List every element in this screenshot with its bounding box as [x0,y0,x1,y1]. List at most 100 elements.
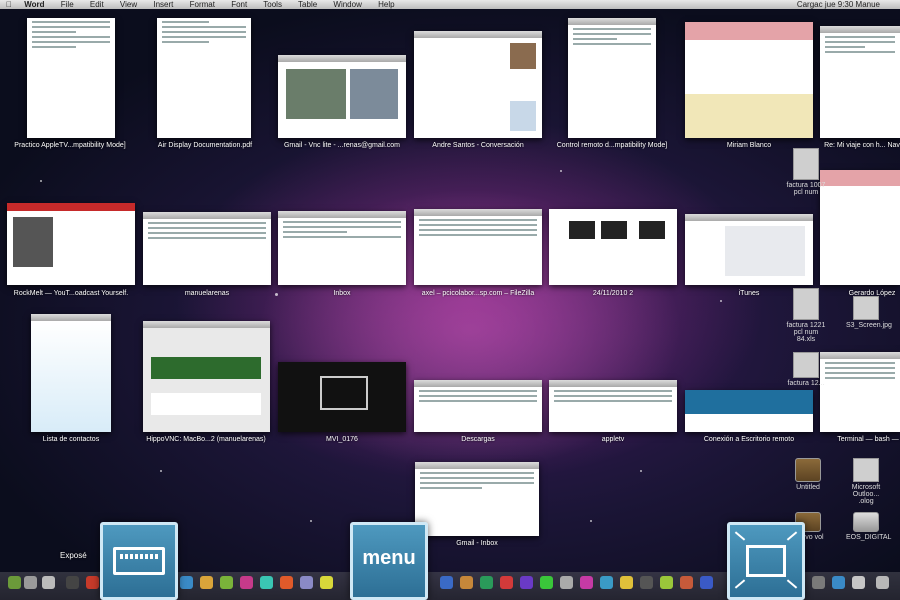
window-thumbnail[interactable] [685,22,813,138]
window-thumbnail[interactable] [27,18,115,138]
window-label: appletv [601,436,625,443]
desktop-file-icon[interactable]: Microsoft Outloo... .olog [846,458,886,505]
menu-table[interactable]: Table [298,0,317,9]
menu-view[interactable]: View [120,0,137,9]
dock-app-icon[interactable] [280,576,293,589]
dock-app-icon[interactable] [24,576,37,589]
window-thumbnail[interactable] [31,314,111,432]
window-label: Re: Mi viaje con h... Nav [824,142,900,149]
window-label: Terminal — bash — [837,436,899,443]
menu-bar:  Word File Edit View Insert Format Font… [0,0,900,9]
window-thumbnail[interactable] [820,26,900,138]
window-label: Control remoto d...mpatibility Mode] [556,142,668,149]
window-label: RockMelt — YouT...oadcast Yourself. [13,290,129,297]
disk-icon[interactable]: Untitled [788,458,828,491]
menu-app-name[interactable]: Word [24,0,44,9]
menu-help[interactable]: Help [378,0,394,9]
dock-app-icon[interactable] [660,576,673,589]
dock-app-icon[interactable] [480,576,493,589]
dock-app-icon[interactable] [220,576,233,589]
disk-label: Untitled [796,484,820,491]
window-thumbnail[interactable] [143,212,271,285]
dock-app-icon[interactable] [260,576,273,589]
dock-app-icon[interactable] [540,576,553,589]
menu-insert[interactable]: Insert [153,0,173,9]
window-label: Conexión a Escritorio remoto [703,436,795,443]
window-thumbnail[interactable] [278,362,406,432]
apple-icon[interactable]:  [6,0,12,9]
dock-app-icon[interactable] [852,576,865,589]
window-thumbnail[interactable] [143,321,270,432]
dock-app-icon[interactable] [580,576,593,589]
desktop-file-icon[interactable]: factura 12... [786,352,826,387]
dock-app-icon[interactable] [640,576,653,589]
window-label: Descargas [461,436,495,443]
menu-edit[interactable]: Edit [90,0,104,9]
window-thumbnail[interactable] [685,390,813,432]
window-thumbnail[interactable] [568,18,656,138]
dock-app-icon[interactable] [8,576,21,589]
menu-status: Cargac jue 9:30 Manue [796,0,880,9]
window-thumbnail[interactable] [414,380,542,432]
window-label: Miriam Blanco [726,142,772,149]
menu-key-label: menu [362,547,416,569]
desktop-file-icon[interactable]: factura 1007 pcl num [786,148,826,196]
dock-app-icon[interactable] [600,576,613,589]
dock-app-icon[interactable] [440,576,453,589]
dock-app-icon[interactable] [620,576,633,589]
window-label: Air Display Documentation.pdf [157,142,253,149]
window-label: manuelarenas [184,290,230,297]
window-thumbnail[interactable] [820,352,900,432]
desktop-file-label: factura 1007 pcl num [786,182,826,196]
dock-app-icon[interactable] [680,576,693,589]
window-label: Gmail - Inbox [456,540,498,547]
expose-screen-icon [746,545,786,577]
desktop-file-label: Microsoft Outloo... .olog [851,484,881,505]
window-thumbnail[interactable] [415,462,539,536]
desktop-file-icon[interactable]: factura 1221 pcl num 84.xls [786,288,826,343]
dock-app-icon[interactable] [300,576,313,589]
window-thumbnail[interactable] [278,55,406,138]
window-thumbnail[interactable] [278,211,406,285]
window-label: HippoVNC: MacBo...2 (manuelarenas) [146,436,266,443]
dock-app-icon[interactable] [240,576,253,589]
window-thumbnail[interactable] [685,214,813,285]
window-thumbnail[interactable] [549,380,677,432]
window-label: Practico AppleTV...mpatibility Mode] [14,142,126,149]
desktop-file-label: factura 1221 pcl num 84.xls [786,322,826,343]
dock-app-icon[interactable] [460,576,473,589]
dock-app-icon[interactable] [200,576,213,589]
trash-icon[interactable] [876,576,889,589]
dock-app-icon[interactable] [42,576,55,589]
dock-app-icon[interactable] [180,576,193,589]
dock-app-icon[interactable] [700,576,713,589]
window-thumbnail[interactable] [414,209,542,285]
dock-app-icon[interactable] [560,576,573,589]
window-thumbnail[interactable] [7,203,135,285]
dock-app-icon[interactable] [500,576,513,589]
window-label: Inbox [333,290,351,297]
window-thumbnail[interactable] [157,18,251,138]
menu-file[interactable]: File [61,0,74,9]
window-label: axel – pcicolabor...sp.com – FileZilla [421,290,535,297]
dock-app-icon[interactable] [812,576,825,589]
menu-format[interactable]: Format [190,0,215,9]
window-thumbnail[interactable] [820,170,900,285]
disk-icon[interactable]: EOS_DIGITAL [846,512,891,541]
menu-font[interactable]: Font [231,0,247,9]
dock-app-icon[interactable] [86,576,99,589]
expose-tooltip: Exposé [60,551,87,560]
dock-app-icon[interactable] [832,576,845,589]
dock-app-icon[interactable] [66,576,79,589]
dock-app-icon[interactable] [520,576,533,589]
menu-window[interactable]: Window [333,0,361,9]
desktop-file-label: factura 12... [787,380,825,387]
desktop-file-icon[interactable]: S3_Screen.jpg [846,296,892,329]
window-label: Andre Santos - Conversación [432,142,524,149]
window-thumbnail[interactable] [549,209,677,285]
window-thumbnail[interactable] [414,31,542,138]
menu-key-overlay: menu [350,522,428,600]
dock-app-icon[interactable] [320,576,333,589]
menu-tools[interactable]: Tools [263,0,282,9]
window-label: Gmail - Vnc lite - ...renas@gmail.com [283,142,401,149]
